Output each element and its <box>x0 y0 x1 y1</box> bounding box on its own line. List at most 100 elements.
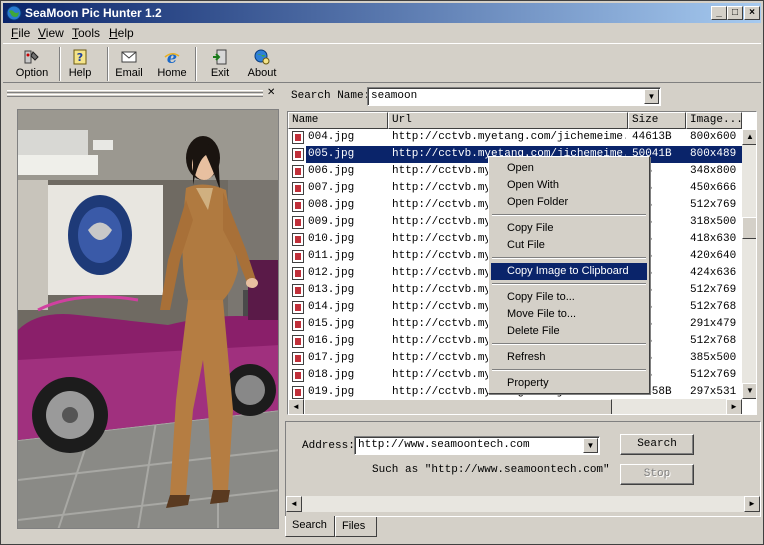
scroll-right-icon[interactable]: ► <box>726 399 742 414</box>
cell-image-size: 512x769 <box>690 369 737 381</box>
title-bar[interactable]: SeaMoon Pic Hunter 1.2 _ □ × <box>3 3 761 23</box>
search-name-row: Search Name: seamoon ▼ <box>287 85 761 109</box>
email-button[interactable]: Email <box>106 47 152 81</box>
menu-copy-file[interactable]: Copy File <box>491 220 647 237</box>
panel-grip[interactable] <box>7 90 263 93</box>
image-preview <box>17 109 279 529</box>
cell-image-size: 297x531 <box>690 386 737 398</box>
context-menu: Open Open With Open Folder Copy File Cut… <box>488 156 650 394</box>
menu-copy-image-to-clipboard[interactable]: Copy Image to Clipboard <box>491 263 647 280</box>
preview-close-icon[interactable]: ✕ <box>267 87 275 98</box>
menu-tools[interactable]: Tools <box>72 26 100 40</box>
option-icon <box>24 50 39 64</box>
cell-size: 44613B <box>632 131 672 143</box>
option-button[interactable]: Option <box>9 47 55 81</box>
cell-image-size: 512x768 <box>690 301 737 313</box>
scroll-thumb[interactable] <box>742 217 756 239</box>
image-file-icon <box>292 182 304 195</box>
bottom-tabs: Search Files <box>285 516 761 539</box>
image-file-icon <box>292 369 304 382</box>
exit-door-icon <box>213 49 227 65</box>
cell-name: 019.jpg <box>308 386 355 398</box>
scroll-right-icon[interactable]: ► <box>744 496 760 512</box>
menu-open-folder[interactable]: Open Folder <box>491 194 647 211</box>
menu-move-file-to[interactable]: Move File to... <box>491 306 647 323</box>
image-file-icon <box>292 148 304 161</box>
cell-image-size: 450x666 <box>690 182 737 194</box>
list-horizontal-scrollbar[interactable]: ◄ ► <box>288 399 742 414</box>
cell-name: 013.jpg <box>308 284 355 296</box>
cell-url: http://cctvb.myetang.com/jichemeime... <box>392 131 626 143</box>
menu-copy-file-to[interactable]: Copy File to... <box>491 289 647 306</box>
scroll-left-icon[interactable]: ◄ <box>286 496 302 512</box>
menu-bar: File View Tools Help <box>3 24 761 42</box>
cell-name: 016.jpg <box>308 335 355 347</box>
column-header-url[interactable]: Url <box>388 112 628 129</box>
menu-separator <box>492 343 646 345</box>
preview-photo <box>18 110 278 528</box>
image-file-icon <box>292 301 304 314</box>
address-label: Address: <box>302 440 355 452</box>
cell-image-size: 418x630 <box>690 233 737 245</box>
dropdown-arrow-icon[interactable]: ▼ <box>644 89 659 104</box>
image-file-icon <box>292 216 304 229</box>
minimize-button[interactable]: _ <box>711 6 727 20</box>
table-row[interactable]: 004.jpg http://cctvb.myetang.com/jichemei… <box>288 129 742 146</box>
panel-grip[interactable] <box>7 94 263 97</box>
cell-name: 007.jpg <box>308 182 355 194</box>
close-button[interactable]: × <box>744 6 760 20</box>
menu-cut-file[interactable]: Cut File <box>491 237 647 254</box>
menu-open[interactable]: Open <box>491 160 647 177</box>
menu-help[interactable]: Help <box>109 26 134 40</box>
image-file-icon <box>292 165 304 178</box>
column-header-size[interactable]: Size <box>628 112 686 129</box>
dropdown-arrow-icon[interactable]: ▼ <box>583 438 598 453</box>
menu-delete-file[interactable]: Delete File <box>491 323 647 340</box>
cell-name: 012.jpg <box>308 267 355 279</box>
scroll-thumb[interactable] <box>304 399 612 414</box>
image-file-icon <box>292 131 304 144</box>
exit-button[interactable]: Exit <box>197 47 243 81</box>
menu-refresh[interactable]: Refresh <box>491 349 647 366</box>
preview-panel-header[interactable] <box>7 89 279 97</box>
cell-name: 017.jpg <box>308 352 355 364</box>
scroll-down-icon[interactable]: ▼ <box>742 383 756 399</box>
stop-button[interactable]: Stop <box>620 464 694 485</box>
menu-separator <box>492 214 646 216</box>
cell-image-size: 385x500 <box>690 352 737 364</box>
scroll-left-icon[interactable]: ◄ <box>288 399 304 414</box>
tab-files[interactable]: Files <box>335 517 377 537</box>
search-name-combo[interactable]: seamoon ▼ <box>367 87 661 106</box>
cell-name: 009.jpg <box>308 216 355 228</box>
menu-file[interactable]: File <box>11 26 30 40</box>
cell-name: 008.jpg <box>308 199 355 211</box>
cell-name: 004.jpg <box>308 131 355 143</box>
column-header-name[interactable]: Name <box>288 112 388 129</box>
menu-open-with[interactable]: Open With <box>491 177 647 194</box>
column-header-image[interactable]: Image... <box>686 112 742 129</box>
maximize-button[interactable]: □ <box>727 6 743 20</box>
image-file-icon <box>292 233 304 246</box>
help-button[interactable]: ? Help <box>57 47 103 81</box>
list-vertical-scrollbar[interactable]: ▲ ▼ <box>742 129 756 399</box>
tab-search[interactable]: Search <box>285 516 335 537</box>
search-button[interactable]: Search <box>620 434 694 455</box>
cell-name: 005.jpg <box>308 148 355 160</box>
address-combo[interactable]: http://www.seamoontech.com ▼ <box>354 436 600 455</box>
menu-property[interactable]: Property <box>491 375 647 392</box>
image-file-icon <box>292 284 304 297</box>
cell-image-size: 800x600 <box>690 131 737 143</box>
scroll-up-icon[interactable]: ▲ <box>742 129 756 145</box>
menu-view[interactable]: View <box>38 26 64 40</box>
search-name-label: Search Name: <box>291 90 371 102</box>
svg-text:e: e <box>167 48 177 66</box>
help-icon: ? <box>73 49 87 65</box>
cell-image-size: 424x636 <box>690 267 737 279</box>
cell-image-size: 512x769 <box>690 199 737 211</box>
cell-name: 010.jpg <box>308 233 355 245</box>
cell-name: 015.jpg <box>308 318 355 330</box>
home-button[interactable]: e Home <box>149 47 195 81</box>
address-horizontal-scrollbar[interactable]: ◄ ► <box>286 496 760 512</box>
cell-image-size: 512x768 <box>690 335 737 347</box>
about-button[interactable]: About <box>239 47 285 81</box>
